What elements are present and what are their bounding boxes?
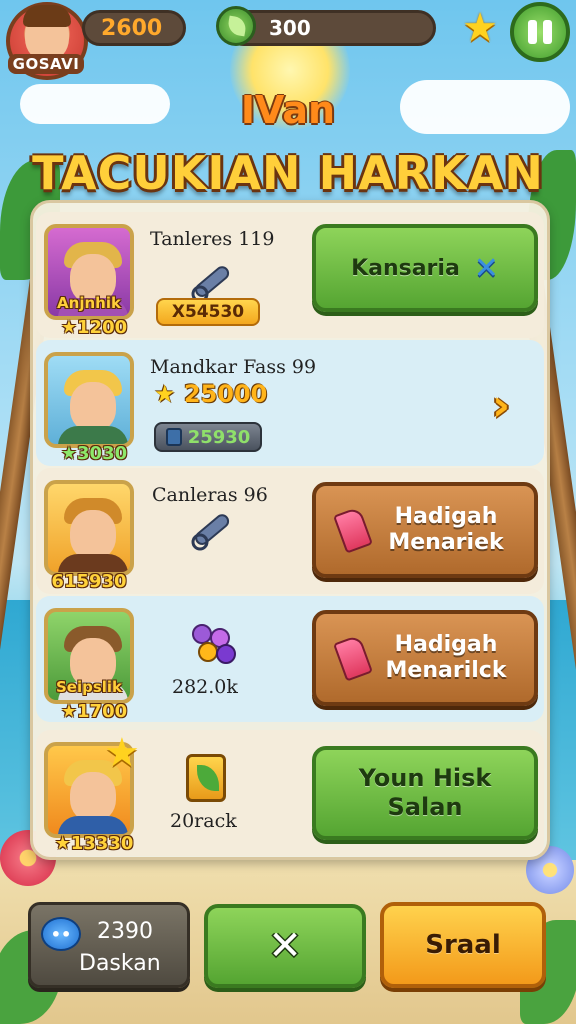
pause-icon: [528, 20, 537, 44]
row-title: Canleras 96: [152, 484, 268, 506]
player-score: ★1200: [60, 317, 128, 338]
top-bar: GOSAVI 2600 300 ★: [0, 0, 576, 80]
list-item: 615930 Canleras 96 Hadigah Menariek: [36, 468, 544, 594]
avatar: [44, 352, 134, 448]
page-subtitle: IVan: [240, 88, 336, 132]
list-item: Seipslik ★1700 282.0k Hadigah Menarilck: [36, 596, 544, 722]
close-icon: ✕: [268, 923, 302, 969]
chat-icon: ••: [41, 917, 81, 951]
star-icon[interactable]: ★: [458, 6, 502, 50]
chat-count: 2390: [97, 919, 153, 944]
coin-count: 2600: [101, 15, 163, 41]
grapes-icon: [188, 622, 238, 666]
row-title: Mandkar Fass 99: [150, 356, 317, 378]
player-score: 615930: [51, 571, 127, 592]
list-item: ★3030 Mandkar Fass 99 ★ 25000 25930 ›: [36, 340, 544, 466]
action-button[interactable]: Youn Hisk Salan: [312, 746, 538, 840]
pause-button[interactable]: [510, 2, 570, 62]
reward-value: 282.0k: [172, 676, 238, 698]
player-label: Anjnhik: [57, 294, 121, 312]
gift-icon: [333, 634, 373, 682]
link-icon: [191, 514, 230, 551]
gift-button[interactable]: Hadigah Menarilck: [312, 610, 538, 706]
avatar: [44, 480, 134, 576]
jar-icon: [186, 754, 226, 802]
star-icon: ★: [104, 730, 140, 776]
sraal-button[interactable]: Sraal: [380, 902, 546, 988]
row-title: Tanleres 119: [150, 228, 275, 250]
star-icon: ★: [154, 380, 176, 408]
kansaria-button[interactable]: Kansaria ✕: [312, 224, 538, 312]
list-item: ★ ★13330 20rack Youn Hisk Salan: [36, 730, 544, 856]
chat-label: Daskan: [79, 951, 161, 976]
leaf-icon: [216, 6, 256, 46]
coin-counter: 2600: [82, 10, 186, 46]
page-title: TACUKIAN HARKAN: [32, 146, 544, 200]
list-item: Anjnhik ★1200 Tanleres 119 X54530 Kansar…: [36, 212, 544, 338]
box-icon: [165, 428, 182, 446]
close-button[interactable]: ✕: [204, 904, 366, 988]
player-score: ★13330: [54, 833, 134, 854]
star-value: ★ 25000: [154, 380, 268, 408]
player-label: Seipslik: [55, 678, 123, 696]
player-score: ★3030: [60, 443, 128, 464]
player-score: ★1700: [60, 701, 128, 722]
reward-value: 20rack: [170, 810, 237, 832]
reward-value: X54530: [156, 298, 260, 326]
gift-button[interactable]: Hadigah Menariek: [312, 482, 538, 578]
box-value: 25930: [154, 422, 262, 452]
player-name: GOSAVI: [8, 54, 84, 74]
chat-button[interactable]: •• 2390 Daskan: [28, 902, 190, 988]
gift-icon: [333, 506, 373, 554]
leaf-counter: 300: [226, 10, 436, 46]
close-icon: ✕: [473, 250, 499, 286]
leaf-count: 300: [269, 16, 311, 40]
chevron-right-icon[interactable]: ›: [492, 380, 510, 431]
